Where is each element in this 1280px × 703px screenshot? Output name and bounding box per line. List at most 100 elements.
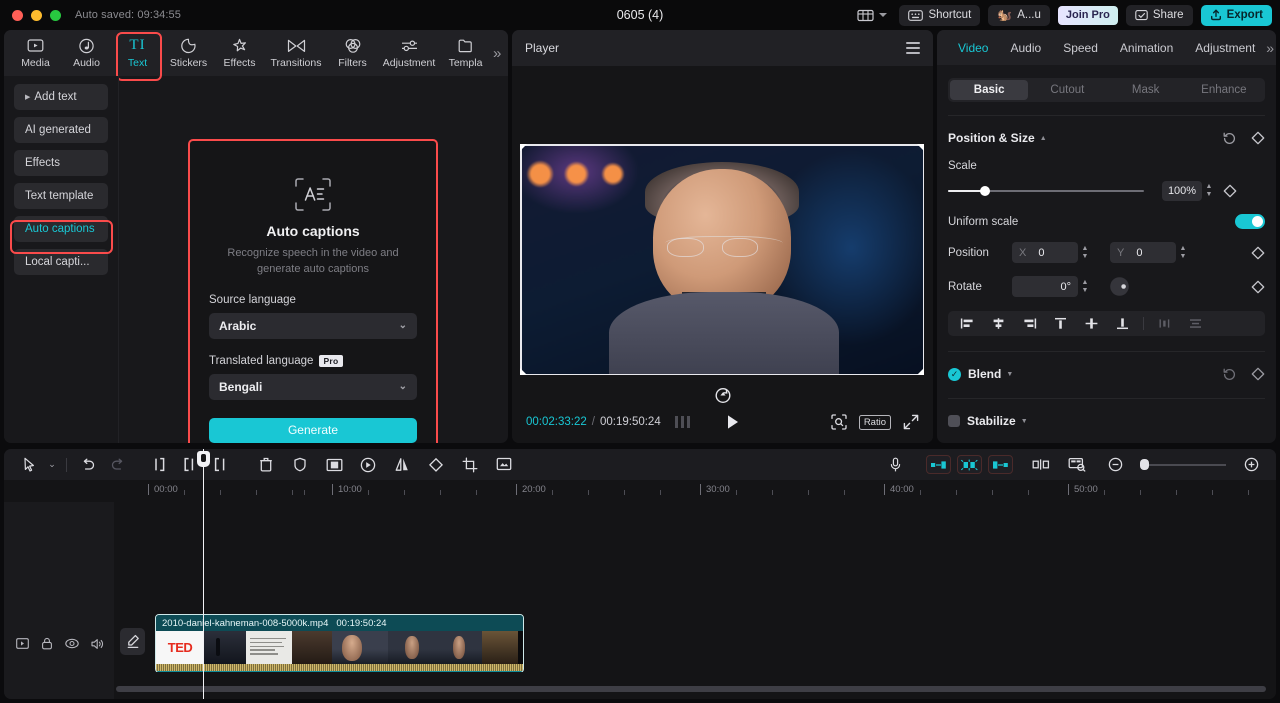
zoom-out-icon[interactable] xyxy=(1100,454,1130,476)
shortcut-button[interactable]: Shortcut xyxy=(899,4,981,26)
undo-button[interactable] xyxy=(73,454,103,476)
scale-keyframe-icon[interactable] xyxy=(1223,184,1237,198)
uniform-scale-toggle[interactable] xyxy=(1235,214,1265,229)
tab-adjustment[interactable]: Adjustment xyxy=(1184,41,1266,55)
blend-header[interactable]: ✓ Blend ▼ xyxy=(937,365,1276,383)
source-language-select[interactable]: Arabic ⌄ xyxy=(209,312,417,339)
delete-button[interactable] xyxy=(251,454,281,476)
thumbnail-icon[interactable] xyxy=(1062,454,1092,476)
subtab-mask[interactable]: Mask xyxy=(1107,80,1185,100)
sidebar-item-text-template[interactable]: Text template xyxy=(14,183,108,209)
align-center-horizontal-icon[interactable] xyxy=(985,313,1012,334)
align-right-icon[interactable] xyxy=(1016,313,1043,334)
sidebar-item-add-text[interactable]: ▶ Add text xyxy=(14,84,108,110)
tab-audio[interactable]: Audio xyxy=(61,31,112,75)
lock-icon[interactable] xyxy=(41,637,53,650)
scale-stepper[interactable]: ▲ ▼ xyxy=(1202,183,1216,198)
rotate-input[interactable]: 0° xyxy=(1012,276,1078,297)
tab-template[interactable]: Templa xyxy=(440,31,491,75)
speed-icon[interactable] xyxy=(353,454,383,476)
rotate-dial[interactable] xyxy=(1109,276,1130,297)
video-preview[interactable] xyxy=(520,144,924,375)
stabilize-header[interactable]: Stabilize ▼ xyxy=(937,412,1276,430)
export-button[interactable]: Export xyxy=(1200,4,1272,26)
timeline-zoom-slider[interactable] xyxy=(1140,459,1226,471)
tab-stickers[interactable]: Stickers xyxy=(163,31,214,75)
position-x-stepper[interactable]: ▲ ▼ xyxy=(1078,245,1092,260)
position-x-input[interactable]: X 0 xyxy=(1012,242,1078,263)
play-button[interactable] xyxy=(726,414,740,430)
minimize-window-button[interactable] xyxy=(31,9,42,21)
reset-icon[interactable] xyxy=(1222,131,1237,146)
keyframe-icon[interactable] xyxy=(1251,367,1265,381)
edit-track-button[interactable] xyxy=(120,628,145,655)
account-button[interactable]: 🐿️ A...u xyxy=(988,4,1050,26)
window-controls[interactable]: Auto saved: 09:34:55 xyxy=(0,9,181,21)
position-y-input[interactable]: Y 0 xyxy=(1110,242,1176,263)
tab-adjustment[interactable]: Adjustment xyxy=(378,31,440,75)
shield-icon[interactable] xyxy=(285,454,315,476)
sidebar-item-effects[interactable]: Effects xyxy=(14,150,108,176)
rotate-keyframe-icon[interactable] xyxy=(1251,280,1265,294)
grid-icon[interactable] xyxy=(674,416,691,428)
timeline-horizontal-scrollbar[interactable] xyxy=(116,686,1266,692)
rotate-shape-icon[interactable] xyxy=(421,454,451,476)
rotate-stepper[interactable]: ▲ ▼ xyxy=(1078,279,1092,294)
align-bottom-icon[interactable] xyxy=(1109,313,1136,334)
sidebar-item-auto-captions[interactable]: Auto captions xyxy=(14,216,108,242)
subtab-enhance[interactable]: Enhance xyxy=(1185,80,1263,100)
slider-knob[interactable] xyxy=(980,186,990,196)
playhead-handle[interactable] xyxy=(197,451,210,467)
chevron-down-icon[interactable]: ▼ xyxy=(1021,418,1028,425)
sidebar-item-local-captions[interactable]: Local capti... xyxy=(14,249,108,275)
tab-text[interactable]: TI Text xyxy=(112,31,163,75)
position-y-stepper[interactable]: ▲ ▼ xyxy=(1176,245,1190,260)
keyframe-add-icon[interactable] xyxy=(957,455,982,474)
playhead[interactable] xyxy=(197,449,210,699)
scale-value[interactable]: 100% xyxy=(1162,181,1202,201)
tab-speed[interactable]: Speed xyxy=(1052,41,1109,55)
tab-effects[interactable]: Effects xyxy=(214,31,265,75)
keyframe-icon[interactable] xyxy=(1251,131,1265,145)
zoom-fit-icon[interactable] xyxy=(831,414,847,430)
crop-frame-icon[interactable] xyxy=(319,454,349,476)
keyframe-prev-icon[interactable] xyxy=(926,455,951,474)
maximize-window-button[interactable] xyxy=(50,9,61,21)
redo-button[interactable] xyxy=(103,454,133,476)
keyframe-next-icon[interactable] xyxy=(988,455,1013,474)
current-time[interactable]: 00:02:33:22 xyxy=(526,416,587,428)
zoom-in-icon[interactable] xyxy=(1236,454,1266,476)
timeline-ruler[interactable]: 00:00 10:00 20:00 30:00 40:00 50:00 xyxy=(4,480,1276,502)
tab-filters[interactable]: Filters xyxy=(327,31,378,75)
microphone-icon[interactable] xyxy=(880,454,910,476)
track-thumbnail-icon[interactable] xyxy=(16,638,29,649)
align-center-vertical-icon[interactable] xyxy=(1078,313,1105,334)
subtab-basic[interactable]: Basic xyxy=(950,80,1029,100)
reset-icon[interactable] xyxy=(1222,367,1237,382)
remove-bg-icon[interactable] xyxy=(489,454,519,476)
select-tool-dropdown[interactable]: ⌄ xyxy=(44,454,60,476)
tab-media[interactable]: Media xyxy=(10,31,61,75)
tab-transitions[interactable]: Transitions xyxy=(265,31,327,75)
blend-checkbox[interactable]: ✓ xyxy=(948,367,961,381)
share-button[interactable]: Share xyxy=(1125,4,1193,26)
marker-icon[interactable] xyxy=(1026,454,1056,476)
speaker-icon[interactable] xyxy=(91,638,105,650)
crop-icon[interactable] xyxy=(455,454,485,476)
sidebar-item-ai-generated[interactable]: AI generated xyxy=(14,117,108,143)
properties-tabs-more-button[interactable]: » xyxy=(1266,40,1276,56)
subtab-cutout[interactable]: Cutout xyxy=(1028,80,1106,100)
align-left-icon[interactable] xyxy=(954,313,981,334)
join-pro-button[interactable]: Join Pro xyxy=(1057,5,1118,25)
scale-slider[interactable] xyxy=(948,184,1144,198)
select-tool-icon[interactable] xyxy=(14,454,44,476)
timeline-clip[interactable]: 2010-daniel-kahneman-008-5000k.mp4 00:19… xyxy=(155,614,524,673)
stabilize-checkbox[interactable] xyxy=(948,415,960,427)
position-size-header[interactable]: Position & Size ▲ xyxy=(937,129,1276,147)
chevron-up-icon[interactable]: ▲ xyxy=(1040,135,1047,142)
split-left-button[interactable] xyxy=(145,454,175,476)
position-keyframe-icon[interactable] xyxy=(1251,246,1265,260)
tab-animation[interactable]: Animation xyxy=(1109,41,1184,55)
fullscreen-icon[interactable] xyxy=(903,414,919,430)
align-top-icon[interactable] xyxy=(1047,313,1074,334)
